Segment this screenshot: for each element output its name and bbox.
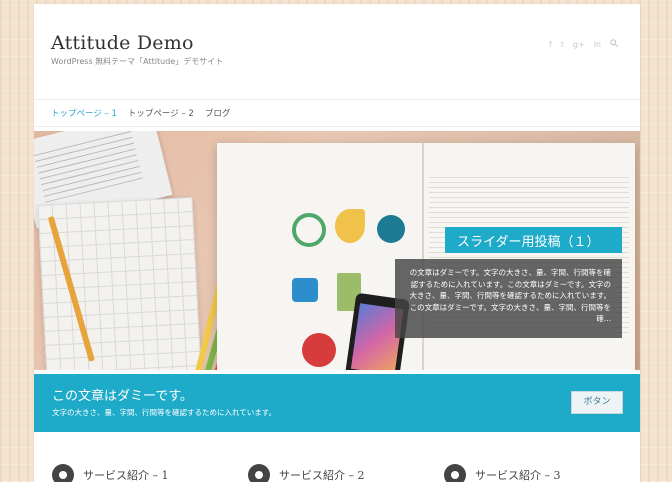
nav-item-blog[interactable]: ブログ (205, 107, 231, 119)
cta-title: この文章はダミーです。 (52, 389, 193, 404)
slider-caption-text: の文章はダミーです。文字の大きさ、量、字間、行間等を確認するために入れています。… (409, 268, 611, 323)
google-plus-icon[interactable]: g+ (573, 40, 585, 50)
call-to-action-bar: この文章はダミーです。 文字の大きさ、量、字間、行間等を確認するために入れていま… (34, 374, 640, 432)
service-label: サービス紹介 – 3 (475, 469, 561, 482)
site-header: Attitude Demo WordPress 無料テーマ「Attitude」デ… (34, 4, 640, 100)
nav-divider (34, 126, 640, 127)
site-title[interactable]: Attitude Demo (51, 32, 194, 54)
slider-caption-title-box: スライダー用投稿（１） (445, 227, 622, 253)
service-item-2[interactable]: サービス紹介 – 2 (248, 464, 365, 482)
facebook-icon[interactable]: f (549, 40, 552, 50)
service-label: サービス紹介 – 2 (279, 469, 365, 482)
slider-image-logo (302, 333, 336, 367)
cta-text: 文字の大きさ、量、字間、行間等を確認するために入れています。 (52, 408, 277, 417)
nav-item-top-2[interactable]: トップページ – 2 (128, 107, 194, 119)
nav-item-top-1[interactable]: トップページ – 1 (51, 107, 117, 119)
slider-caption-text-box: の文章はダミーです。文字の大きさ、量、字間、行間等を確認するために入れています。… (395, 259, 622, 338)
service-label: サービス紹介 – 1 (83, 469, 169, 482)
site-description: WordPress 無料テーマ「Attitude」デモサイト (51, 57, 224, 66)
wrench-icon (444, 464, 466, 482)
twitter-icon[interactable]: t (561, 40, 564, 50)
social-links: f t g+ in (549, 39, 619, 50)
lightbulb-icon (248, 464, 270, 482)
slider-image-logo (292, 278, 318, 302)
slider-image-logo (335, 209, 365, 243)
slider-image-notebook (37, 197, 202, 370)
linkedin-icon[interactable]: in (594, 40, 601, 50)
slider-image-logo (292, 213, 326, 247)
slider-caption-title[interactable]: スライダー用投稿（１） (457, 231, 599, 250)
service-item-1[interactable]: サービス紹介 – 1 (52, 464, 169, 482)
slider-image-logo (377, 215, 405, 243)
gear-icon (52, 464, 74, 482)
service-item-3[interactable]: サービス紹介 – 3 (444, 464, 561, 482)
main-navigation: トップページ – 1 トップページ – 2 ブログ (51, 107, 230, 119)
cta-button[interactable]: ボタン (571, 391, 623, 414)
page-container: Attitude Demo WordPress 無料テーマ「Attitude」デ… (34, 4, 640, 482)
search-icon[interactable] (610, 39, 619, 50)
